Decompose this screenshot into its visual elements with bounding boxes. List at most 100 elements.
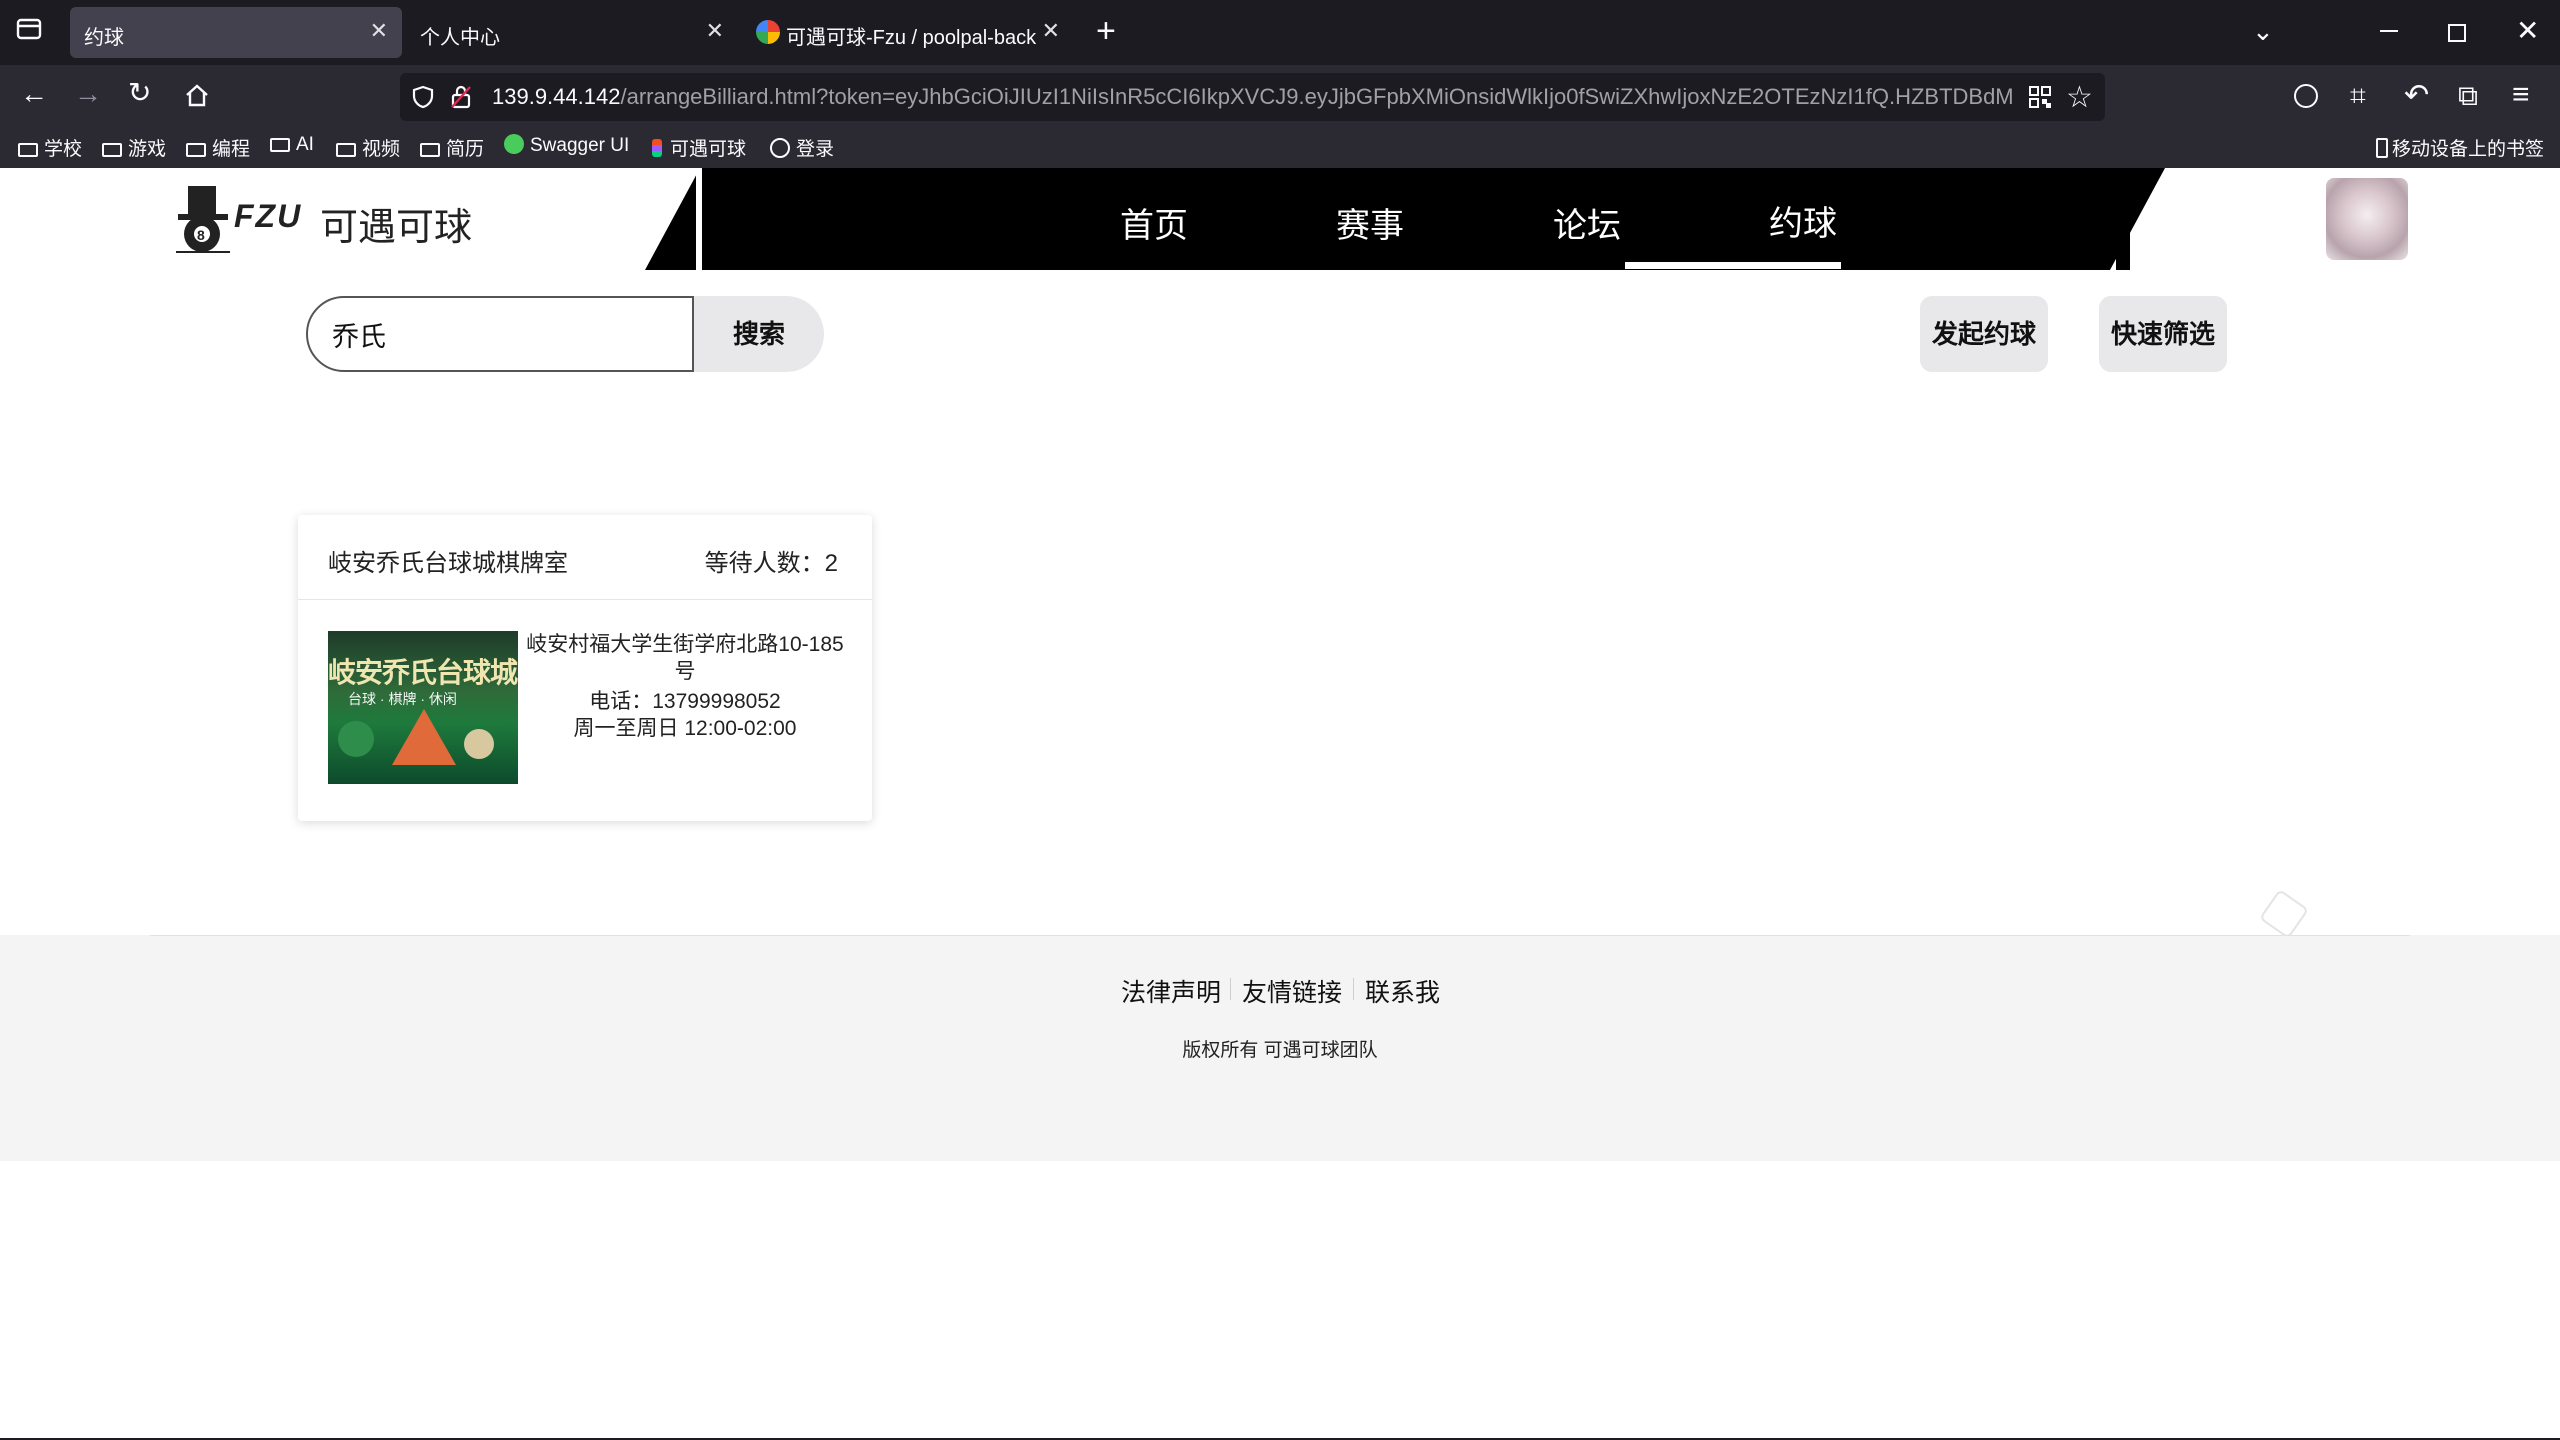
eight-ball-hat-icon: 8 (176, 184, 230, 254)
new-tab-icon[interactable]: + (1096, 12, 1116, 51)
nav-separator-left (696, 168, 702, 270)
nav-arrange[interactable]: 约球 (1695, 196, 1911, 245)
nav-home[interactable]: 首页 (1046, 198, 1262, 247)
forward-icon[interactable]: → (74, 78, 102, 110)
folder-icon (102, 143, 122, 157)
footer-friend-links[interactable]: 友情链接 (1242, 973, 1342, 1009)
tab-label: 个人中心 (420, 27, 500, 49)
minimize-icon[interactable] (2380, 30, 2398, 32)
footer-contact-link[interactable]: 联系我 (1365, 973, 1440, 1009)
site-footer: 法律声明 友情链接 联系我 版权所有 可遇可球团队 (0, 935, 2560, 1161)
folder-icon (18, 143, 38, 157)
browser-tab-bar: 约球 ✕ 个人中心 ✕ 可遇可球-Fzu / poolpal-backe ✕ +… (0, 0, 2560, 65)
url-text[interactable]: 139.9.44.142/arrangeBilliard.html?token=… (492, 84, 2012, 110)
bookmark-label: 视频 (362, 139, 401, 160)
restore-icon[interactable] (2448, 24, 2466, 42)
google-icon (756, 20, 780, 44)
footer-copyright: 版权所有 可遇可球团队 (1182, 1040, 1378, 1061)
shield-icon[interactable] (412, 85, 434, 114)
chevron-down-icon[interactable]: ⌄ (2252, 16, 2274, 47)
window-close-icon[interactable]: ✕ (2516, 14, 2539, 47)
bookmark-video[interactable]: 视频 (336, 134, 400, 161)
url-path: /arrangeBilliard.html?token=eyJhbGciOiJI… (620, 84, 2012, 109)
bookmark-label: Swagger UI (530, 135, 630, 156)
footer-legal-link[interactable]: 法律声明 (1121, 973, 1221, 1009)
bookmark-games[interactable]: 游戏 (102, 134, 166, 161)
billiard-ball-graphic (464, 729, 494, 759)
venue-hours: 周一至周日 12:00-02:00 (573, 717, 797, 740)
footer-separator (1230, 978, 1231, 1000)
account-icon[interactable] (2294, 84, 2318, 108)
figma-icon (652, 139, 662, 157)
bookmark-coding[interactable]: 编程 (186, 134, 250, 161)
menu-icon[interactable]: ≡ (2512, 78, 2530, 112)
logo-title: 可遇可球 (320, 207, 473, 249)
folder-icon (186, 143, 206, 157)
tab-profile[interactable]: 个人中心 ✕ (406, 7, 738, 58)
bookmark-label: AI (296, 134, 314, 155)
bookmark-school[interactable]: 学校 (18, 134, 82, 161)
nav-forum[interactable]: 论坛 (1479, 198, 1695, 247)
extensions-icon[interactable]: ⧉ (2458, 80, 2478, 113)
avatar[interactable] (2326, 178, 2408, 260)
bookmark-label: 可遇可球 (670, 139, 747, 160)
bookmark-label: 简历 (446, 139, 485, 160)
tab-arrange[interactable]: 约球 ✕ (70, 7, 402, 58)
bookmark-swagger[interactable]: Swagger UI (504, 134, 629, 157)
screenshot-icon[interactable]: ⌗ (2350, 80, 2366, 113)
bookmarks-bar: 学校 游戏 编程 AI 视频 简历 Swagger UI 可遇可球 登录 移动设… (0, 130, 2560, 168)
close-icon[interactable]: ✕ (706, 18, 724, 44)
photo-sign-text: 岐安乔氏台球城 (328, 657, 518, 688)
quick-filter-button[interactable]: 快速筛选 (2099, 296, 2227, 372)
card-divider (298, 599, 872, 600)
back-icon[interactable]: ← (20, 78, 48, 110)
bookmark-login[interactable]: 登录 (770, 134, 834, 161)
qr-code-icon[interactable] (2028, 85, 2052, 114)
tab-github[interactable]: 可遇可球-Fzu / poolpal-backe ✕ (742, 7, 1074, 58)
url-host: 139.9.44.142 (492, 84, 621, 109)
tab-list-icon[interactable] (16, 16, 42, 40)
bookmark-label: 游戏 (128, 139, 167, 160)
reload-icon[interactable]: ↻ (128, 76, 151, 109)
bookmark-ai[interactable]: AI (270, 134, 314, 156)
venue-address: 岐安村福大学生街学府北路10-185号 (526, 633, 844, 683)
nav-events[interactable]: 赛事 (1262, 198, 1478, 247)
billiard-rack-graphic (392, 709, 456, 765)
svg-text:8: 8 (197, 227, 205, 243)
globe-icon (770, 138, 790, 158)
main-nav: 首页 赛事 论坛 约球 (700, 168, 2130, 270)
tab-label: 可遇可球-Fzu / poolpal-backe (786, 27, 1036, 49)
floating-widget-icon[interactable] (2258, 888, 2310, 940)
insecure-lock-icon[interactable] (450, 85, 472, 114)
close-icon[interactable]: ✕ (370, 18, 388, 44)
home-icon[interactable] (184, 83, 210, 112)
search-input[interactable] (306, 296, 694, 372)
mobile-icon (2376, 138, 2388, 158)
bookmark-label: 移动设备上的书签 (2392, 139, 2545, 160)
star-icon[interactable]: ☆ (2066, 80, 2093, 115)
site-logo[interactable]: 8 FZU 可遇可球 (172, 184, 502, 256)
nav-active-underline (1625, 262, 1841, 269)
url-bar[interactable]: 139.9.44.142/arrangeBilliard.html?token=… (400, 73, 2105, 121)
bookmark-resume[interactable]: 简历 (420, 134, 484, 161)
bookmark-poolpal[interactable]: 可遇可球 (652, 134, 746, 161)
tab-label: 约球 (84, 27, 124, 49)
venue-photo: 岐安乔氏台球城 台球 · 棋牌 · 休闲 (328, 631, 518, 784)
logo-fzu-text: FZU (234, 198, 303, 234)
close-icon[interactable]: ✕ (1042, 18, 1060, 44)
create-match-button[interactable]: 发起约球 (1920, 296, 2048, 372)
waiting-count: 等待人数：2 (704, 550, 838, 577)
nav-slant-right (2110, 168, 2165, 270)
undo-icon[interactable]: ↶ (2404, 78, 2429, 113)
venue-card[interactable]: 岐安乔氏台球城棋牌室 等待人数：2 岐安乔氏台球城 台球 · 棋牌 · 休闲 岐… (298, 515, 872, 821)
swagger-icon (504, 134, 524, 154)
site-header: 8 FZU 可遇可球 首页 赛事 论坛 约球 (0, 168, 2560, 270)
folder-icon (270, 138, 290, 152)
photo-sub-text: 台球 · 棋牌 · 休闲 (348, 691, 457, 707)
bookmark-mobile[interactable]: 移动设备上的书签 (2376, 134, 2544, 161)
footer-divider (150, 935, 2410, 936)
folder-icon (420, 143, 440, 157)
bookmark-label: 编程 (212, 139, 251, 160)
venue-name: 岐安乔氏台球城棋牌室 (328, 550, 568, 577)
search-button[interactable]: 搜索 (694, 296, 824, 372)
